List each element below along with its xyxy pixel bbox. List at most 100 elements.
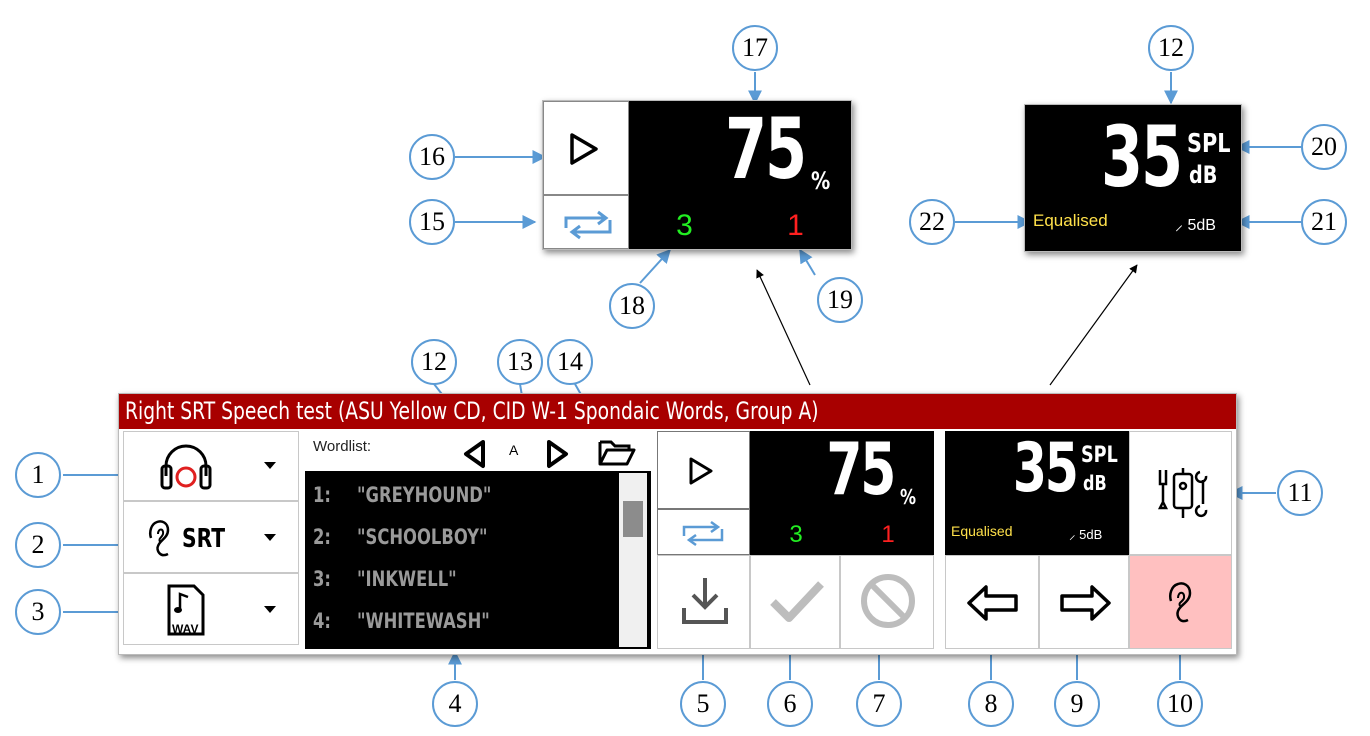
level-unit-spl: SPL [1187, 129, 1231, 159]
score-percent-unit: % [811, 167, 831, 195]
callout-15: 15 [409, 199, 455, 245]
callout-12-level: 12 [1148, 25, 1194, 71]
word-text: "SCHOOLBOY" [357, 525, 488, 549]
callout-5: 5 [680, 681, 726, 727]
level-unit-spl: SPL [1081, 443, 1118, 468]
score-display-zoom: 75 % 3 1 [629, 101, 851, 249]
callout-6: 6 [767, 681, 813, 727]
chevron-down-icon[interactable] [264, 534, 276, 541]
level-value: 35 [1013, 429, 1079, 508]
repeat-icon [564, 210, 612, 240]
chevron-down-icon[interactable] [264, 606, 276, 613]
callout-3: 3 [15, 589, 61, 635]
score-zoom-panel: 75 % 3 1 [542, 100, 852, 250]
callout-16: 16 [409, 134, 455, 180]
decrease-level-button[interactable] [945, 555, 1039, 649]
incorrect-count: 1 [881, 521, 895, 548]
callout-10: 10 [1157, 681, 1203, 727]
callout-2: 2 [15, 522, 61, 568]
word-number: 4: [313, 609, 331, 633]
callout-18: 18 [609, 283, 655, 329]
play-icon [570, 133, 598, 165]
callout-12-list: 12 [411, 339, 457, 385]
callout-19: 19 [817, 277, 863, 323]
calibration-button[interactable] [1129, 431, 1232, 555]
word-text: "WHITEWASH" [357, 609, 490, 633]
wordlist[interactable]: 1: "GREYHOUND" 2: "SCHOOLBOY" 3: "INKWEL… [305, 471, 651, 649]
callout-13: 13 [497, 339, 543, 385]
list-item[interactable]: 4: "WHITEWASH" [305, 603, 615, 639]
list-item[interactable]: 2: "SCHOOLBOY" [305, 519, 615, 555]
ear-icon [149, 520, 170, 557]
scrollbar-thumb[interactable] [623, 501, 643, 537]
check-icon [770, 581, 824, 622]
level-unit-db: dB [1083, 471, 1107, 495]
repeat-icon [682, 520, 724, 547]
wordlist-group: A [509, 442, 519, 458]
word-text: "GREYHOUND" [357, 483, 492, 507]
callout-22: 22 [909, 199, 955, 245]
source-selector[interactable]: WAV [123, 573, 299, 645]
list-item[interactable]: 3: "INKWELL" [305, 561, 615, 597]
wordlist-scrollbar[interactable] [619, 473, 647, 647]
equalised-label: Equalised [1033, 211, 1108, 230]
step-size-value: 5dB [1187, 217, 1216, 234]
callout-8: 8 [968, 681, 1014, 727]
repeat-button-zoom[interactable] [543, 195, 629, 249]
score-percent: 75 [725, 100, 807, 198]
chevron-down-icon[interactable] [264, 462, 276, 469]
title-bar: Right SRT Speech test (ASU Yellow CD, CI… [119, 394, 1236, 429]
callout-11: 11 [1277, 470, 1323, 516]
download-icon [682, 578, 728, 624]
callout-4: 4 [432, 681, 478, 727]
level-display: 35 SPL dB Equalised ⸝ 5dB [945, 431, 1129, 555]
level-value: 35 [1101, 108, 1183, 206]
callout-9: 9 [1054, 681, 1100, 727]
equalised-label: Equalised [951, 523, 1013, 539]
wordlist-label: Wordlist: [313, 438, 372, 455]
level-unit-db: dB [1189, 161, 1218, 189]
repeat-button[interactable] [657, 509, 750, 555]
test-type-selector[interactable]: SRT [123, 501, 299, 573]
ear-select-button[interactable] [1129, 555, 1232, 649]
wav-label: WAV [172, 622, 199, 636]
callout-7: 7 [856, 681, 902, 727]
transducer-selector[interactable] [123, 431, 299, 501]
play-button-zoom[interactable] [543, 101, 629, 195]
step-size: ⸝ 5dB [1175, 213, 1216, 235]
score-percent-unit: % [900, 485, 917, 509]
headphones-icon [160, 444, 212, 490]
increase-level-button[interactable] [1039, 555, 1129, 649]
callout-21: 21 [1301, 199, 1347, 245]
callout-14: 14 [547, 339, 593, 385]
callout-20: 20 [1301, 124, 1347, 170]
incorrect-button[interactable] [840, 555, 934, 649]
incorrect-count: 1 [787, 209, 804, 242]
callout-17: 17 [732, 25, 778, 71]
step-icon: ⸝ [1069, 527, 1080, 542]
test-type-label: SRT [182, 524, 226, 554]
word-number: 2: [313, 525, 331, 549]
no-entry-icon [861, 574, 915, 628]
ear-icon [1169, 582, 1192, 623]
arrow-right-icon [1060, 585, 1111, 621]
tools-icon [1157, 468, 1208, 518]
callout-1: 1 [15, 452, 61, 498]
window-title: Right SRT Speech test (ASU Yellow CD, CI… [125, 397, 819, 425]
previous-list-icon[interactable] [461, 439, 489, 469]
correct-count: 3 [789, 521, 803, 548]
play-button[interactable] [657, 431, 750, 509]
open-folder-icon[interactable] [597, 436, 637, 468]
word-number: 1: [313, 483, 331, 507]
save-button[interactable] [657, 555, 750, 649]
step-size-value: 5dB [1079, 527, 1103, 542]
level-zoom-panel: 35 SPL dB Equalised ⸝ 5dB [1024, 104, 1242, 252]
correct-count: 3 [676, 209, 693, 242]
speech-test-window: Right SRT Speech test (ASU Yellow CD, CI… [118, 393, 1237, 655]
score-percent: 75 [826, 427, 896, 511]
list-item[interactable]: 1: "GREYHOUND" [305, 477, 615, 513]
arrow-left-icon [967, 585, 1018, 621]
step-icon: ⸝ [1175, 217, 1188, 234]
correct-button[interactable] [750, 555, 840, 649]
next-list-icon[interactable] [543, 439, 571, 469]
